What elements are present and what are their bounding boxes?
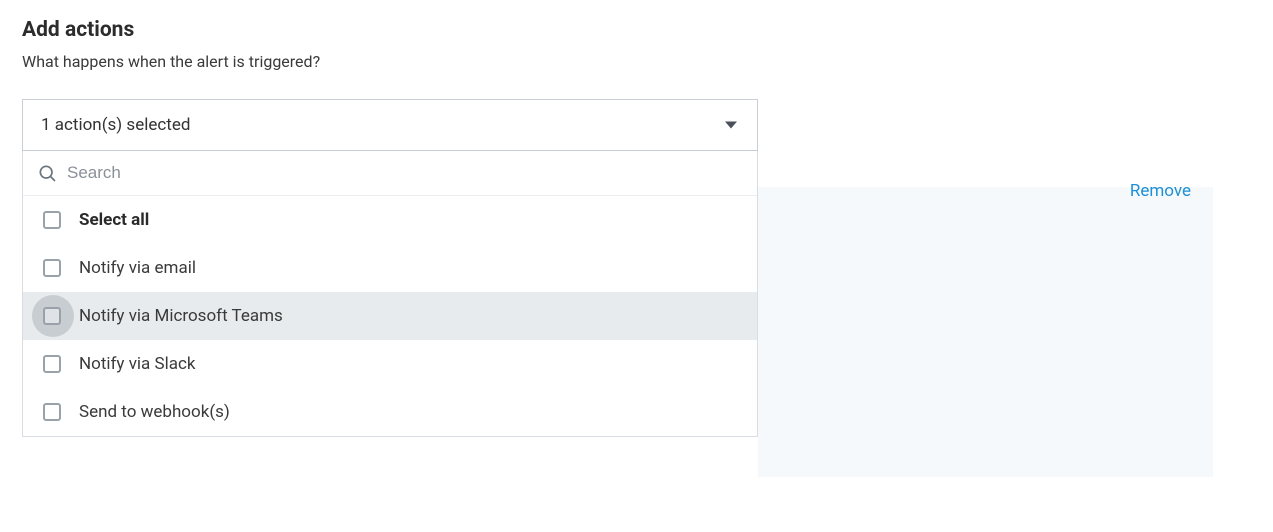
- dropdown-option-list: Select all Notify via email Notify via M…: [23, 196, 757, 436]
- checkbox[interactable]: [43, 307, 61, 325]
- actions-dropdown: 1 action(s) selected Select all Notify: [22, 99, 758, 437]
- dropdown-search-row: [23, 151, 757, 196]
- option-label: Select all: [79, 210, 149, 230]
- option-notify-slack[interactable]: Notify via Slack: [23, 340, 757, 388]
- option-label: Notify via Microsoft Teams: [79, 306, 283, 326]
- option-notify-microsoft-teams[interactable]: Notify via Microsoft Teams: [23, 292, 757, 340]
- search-icon: [37, 163, 57, 183]
- option-label: Notify via Slack: [79, 354, 196, 374]
- chevron-down-icon: [725, 122, 737, 129]
- section-title: Add actions: [22, 18, 1251, 42]
- option-label: Notify via email: [79, 258, 196, 278]
- checkbox[interactable]: [43, 259, 61, 277]
- option-label: Send to webhook(s): [79, 402, 230, 422]
- option-select-all[interactable]: Select all: [23, 196, 757, 244]
- checkbox[interactable]: [43, 211, 61, 229]
- selected-actions-panel: Remove: [758, 99, 1251, 201]
- remove-action-link[interactable]: Remove: [1130, 181, 1191, 201]
- dropdown-selected-text: 1 action(s) selected: [41, 115, 190, 135]
- section-subtitle: What happens when the alert is triggered…: [22, 52, 1251, 71]
- checkbox[interactable]: [43, 403, 61, 421]
- option-notify-email[interactable]: Notify via email: [23, 244, 757, 292]
- option-send-webhook[interactable]: Send to webhook(s): [23, 388, 757, 436]
- checkbox[interactable]: [43, 355, 61, 373]
- actions-dropdown-panel: Select all Notify via email Notify via M…: [22, 151, 758, 437]
- dropdown-search-input[interactable]: [67, 163, 743, 183]
- actions-dropdown-toggle[interactable]: 1 action(s) selected: [22, 99, 758, 151]
